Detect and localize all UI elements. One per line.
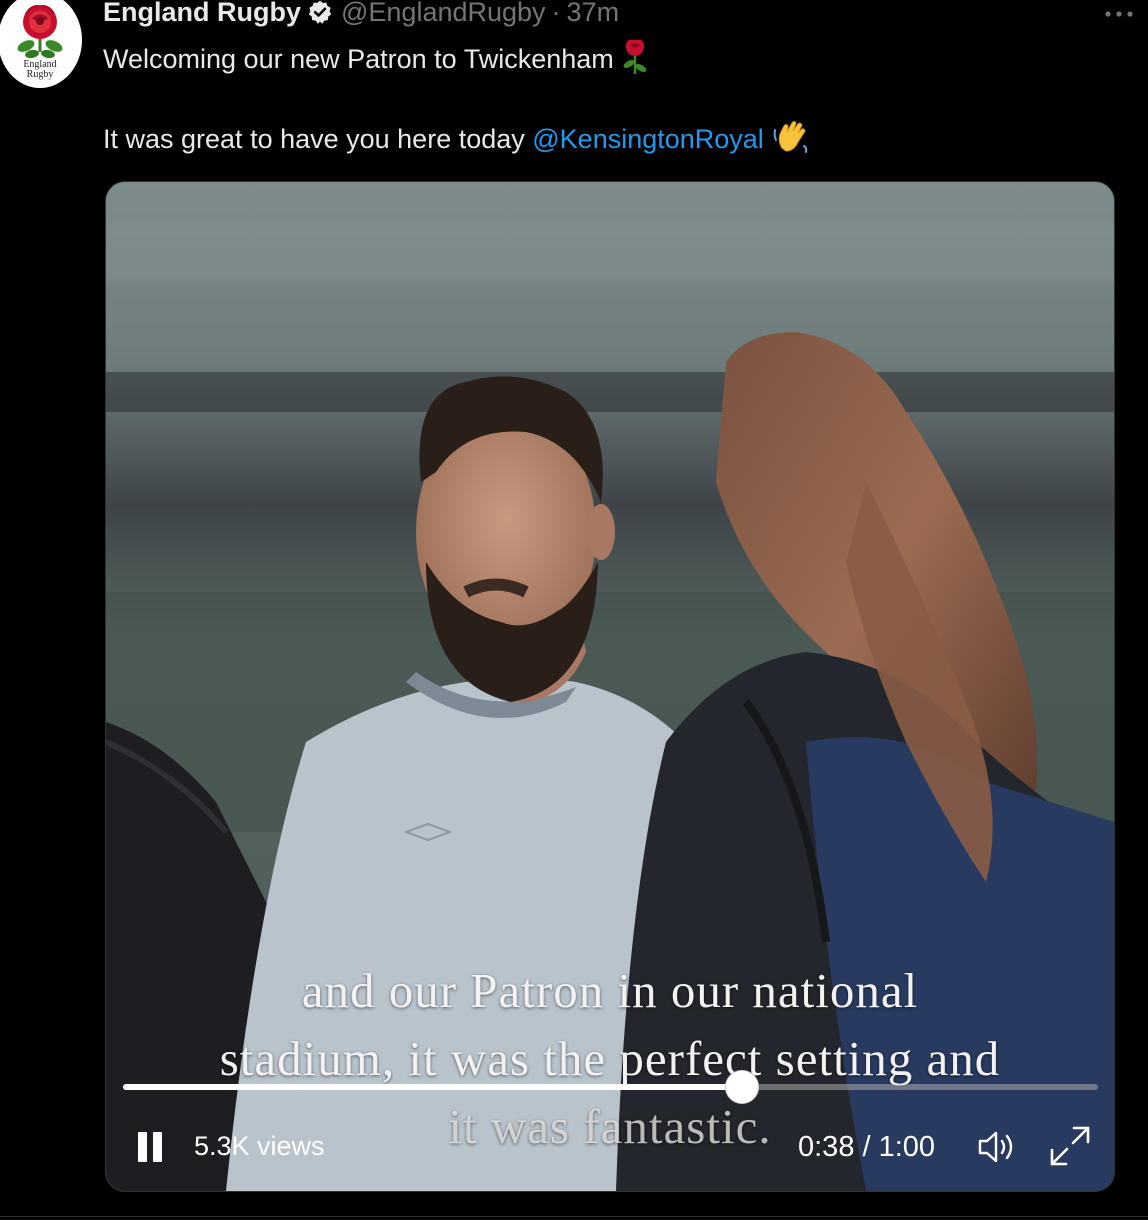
tweet-text-greeting: It was great to have you here today — [103, 124, 533, 155]
handle[interactable]: @EnglandRugby — [341, 0, 546, 28]
tweet[interactable]: England Rugby England Rugby @EnglandRugb… — [0, 0, 1148, 1220]
scrubber-handle[interactable] — [725, 1070, 760, 1104]
volume-icon — [978, 1131, 1013, 1163]
fullscreen-button[interactable] — [1046, 1122, 1094, 1170]
volume-button[interactable] — [974, 1124, 1020, 1170]
pause-icon-bar — [153, 1132, 162, 1162]
rose-emoji-icon — [622, 38, 648, 84]
progress-bar[interactable] — [123, 1070, 1098, 1104]
verified-badge-icon — [308, 0, 332, 24]
rose-logo-icon — [17, 5, 63, 59]
separator-dot: · — [551, 0, 561, 27]
avatar-label-rugby: Rugby — [26, 69, 54, 80]
tweet-header: England Rugby @EnglandRugby · 37m — [103, 0, 619, 30]
caption-line-2: stadium, it was the perfect setting and — [219, 1031, 1001, 1086]
waving-hand-emoji-icon — [772, 118, 810, 164]
timestamp[interactable]: 37m — [567, 0, 620, 28]
tweet-divider — [0, 1216, 1148, 1217]
pause-icon — [138, 1132, 147, 1162]
more-options-icon[interactable] — [1104, 0, 1134, 20]
fullscreen-icon — [1050, 1126, 1090, 1166]
time-readout: 0:38 / 1:00 — [798, 1131, 936, 1163]
tweet-text-welcome: Welcoming our new Patron to Twickenham — [103, 44, 614, 75]
display-name[interactable]: England Rugby — [103, 0, 301, 28]
video-player[interactable]: and our Patron in our national stadium, … — [105, 181, 1115, 1192]
avatar[interactable]: England Rugby — [0, 0, 82, 88]
pause-button[interactable] — [134, 1128, 166, 1164]
video-controls: 5.3K views 0:38 / 1:00 — [106, 1122, 1114, 1172]
tweet-text-line-1: Welcoming our new Patron to Twickenham — [103, 38, 648, 84]
caption-line-1: and our Patron in our national — [301, 963, 919, 1018]
mention-link[interactable]: @KensingtonRoyal — [532, 124, 764, 154]
view-count: 5.3K views — [194, 1131, 325, 1161]
progress-fill — [123, 1084, 743, 1090]
tweet-text-line-2: It was great to have you here today @Ken… — [103, 118, 810, 164]
